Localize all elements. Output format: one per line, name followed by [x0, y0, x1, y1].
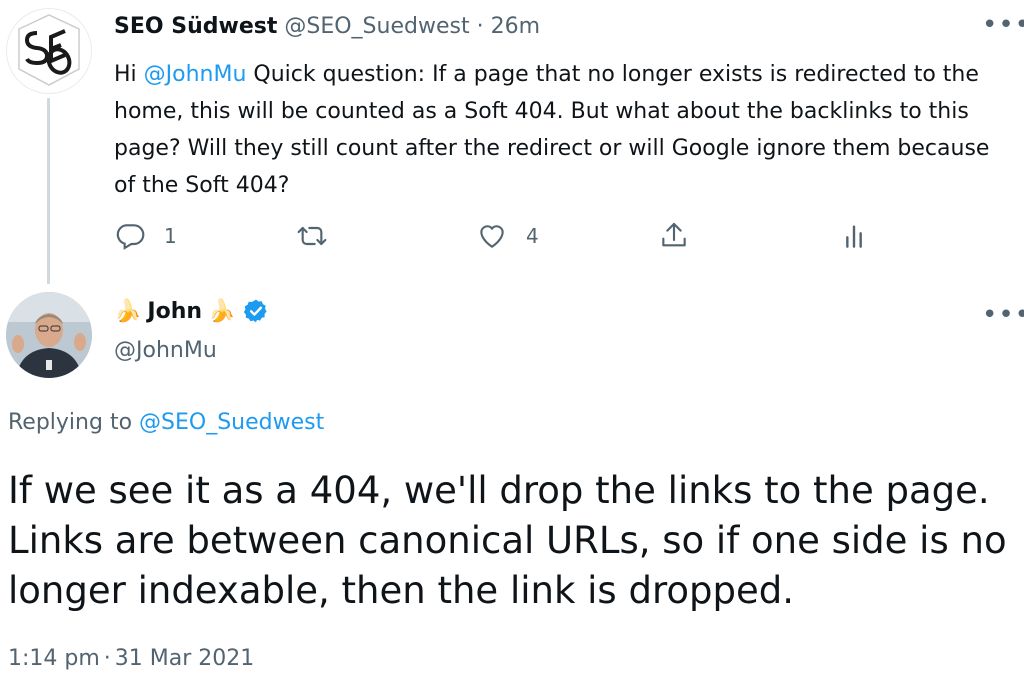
- tweet2-handle[interactable]: @JohnMu: [114, 338, 217, 363]
- replying-to: Replying to @SEO_Suedwest: [8, 410, 324, 435]
- reply-icon: [116, 224, 145, 250]
- share-button[interactable]: [658, 218, 690, 254]
- tweet2-display-name[interactable]: John: [147, 299, 202, 324]
- tweet2-more-button[interactable]: •••: [982, 300, 1024, 330]
- tweet1-handle[interactable]: @SEO_Suedwest: [284, 14, 469, 39]
- tweet1-display-name[interactable]: SEO Südwest: [114, 14, 277, 39]
- banana-emoji-left: 🍌: [114, 298, 142, 324]
- tweet1-more-button[interactable]: •••: [982, 10, 1024, 40]
- heart-icon: [480, 225, 504, 248]
- retweet-button[interactable]: [296, 218, 346, 254]
- tweet1-separator: ·: [476, 14, 484, 39]
- analytics-icon: [846, 225, 862, 248]
- verified-badge-icon: [244, 299, 268, 323]
- tweet2-time[interactable]: 1:14 pm: [8, 646, 100, 671]
- tweet1-header: SEO Südwest @SEO_Suedwest · 26m: [114, 14, 540, 39]
- tweet1-mention-link[interactable]: @JohnMu: [144, 62, 247, 87]
- tweet1-text: Hi @JohnMu Quick question: If a page tha…: [114, 56, 1014, 204]
- replying-prefix: Replying to: [8, 410, 140, 435]
- thread-connector-line: [47, 98, 50, 284]
- timestamp-separator: ·: [103, 646, 111, 671]
- reply-button[interactable]: 1: [114, 218, 177, 254]
- like-button[interactable]: 4: [476, 218, 539, 254]
- avatar-johnmu[interactable]: [6, 292, 92, 378]
- share-icon: [662, 222, 686, 247]
- profile-photo: [6, 292, 92, 378]
- avatar-seo-suedwest[interactable]: [6, 8, 92, 94]
- tweet2-name-row[interactable]: 🍌 John 🍌: [114, 298, 269, 324]
- tweet2-text: If we see it as a 404, we'll drop the li…: [8, 469, 1007, 612]
- analytics-button[interactable]: [838, 218, 870, 254]
- retweet-icon: [297, 226, 327, 246]
- tweet1-text-body: Quick question: If a page that no longer…: [114, 62, 990, 198]
- tweet2-date[interactable]: 31 Mar 2021: [115, 646, 254, 671]
- tweet1-text-greeting: Hi: [114, 62, 144, 87]
- tweet2-timestamp[interactable]: 1:14 pm · 31 Mar 2021: [8, 646, 254, 671]
- tweet1-time[interactable]: 26m: [491, 14, 540, 39]
- reply-count: 1: [164, 224, 177, 248]
- banana-emoji-right: 🍌: [208, 298, 236, 324]
- replying-handle-link[interactable]: @SEO_Suedwest: [139, 410, 324, 435]
- like-count: 4: [526, 224, 539, 248]
- seo-logo-icon: [18, 14, 80, 86]
